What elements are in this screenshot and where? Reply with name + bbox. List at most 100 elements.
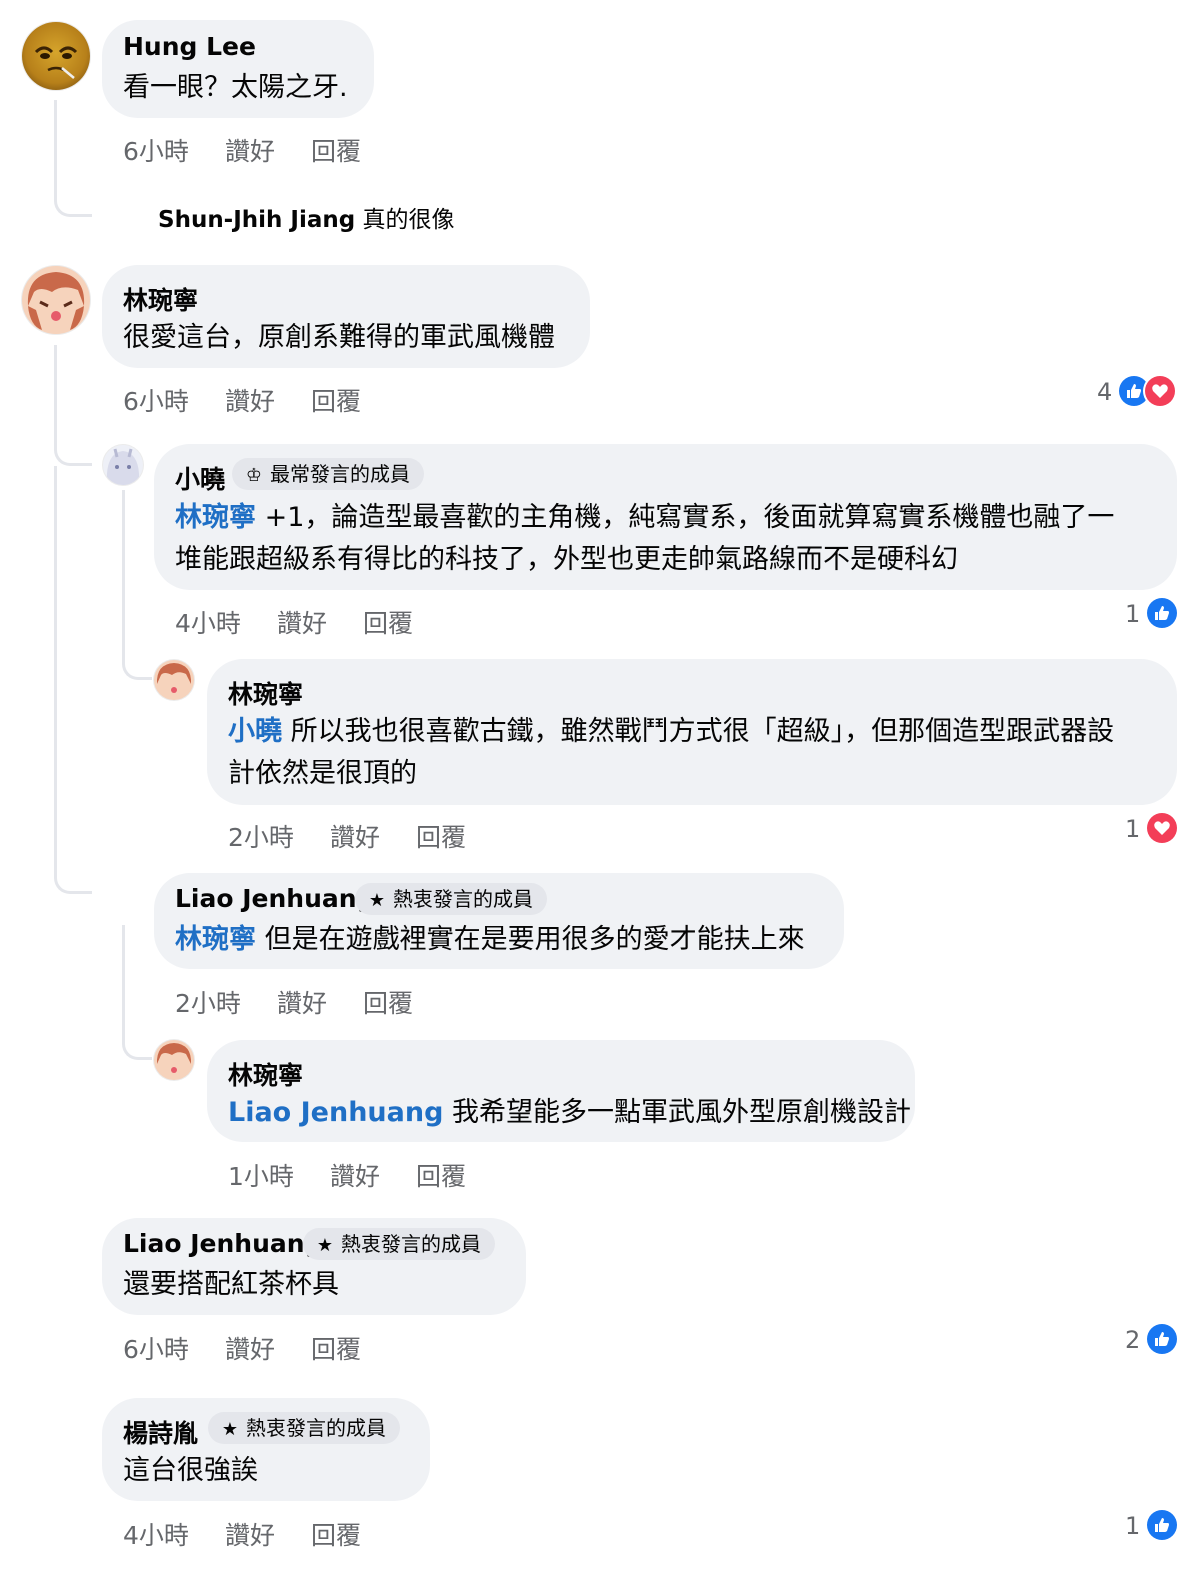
comment-author[interactable]: 小曉 bbox=[175, 460, 225, 496]
comment-author[interactable]: 楊詩胤 bbox=[123, 1414, 198, 1450]
avatar-face-icon bbox=[34, 46, 78, 79]
comment-time[interactable]: 4小時 bbox=[175, 604, 277, 640]
reply-button[interactable]: 回覆 bbox=[416, 818, 466, 854]
like-icon bbox=[1147, 1510, 1177, 1540]
mention-link[interactable]: 小曉 bbox=[228, 716, 282, 747]
star-icon: ★ bbox=[221, 1419, 239, 1440]
avatar[interactable] bbox=[22, 22, 90, 90]
comment-author[interactable]: 林琬寧 bbox=[228, 675, 303, 711]
reaction-summary[interactable]: 2 bbox=[1125, 1323, 1177, 1357]
reaction-summary[interactable]: 1 bbox=[1125, 597, 1177, 631]
reply-preview-author[interactable]: Shun-Jhih Jiang bbox=[158, 207, 355, 233]
badge-label: 熱衷發言的成員 bbox=[393, 887, 533, 911]
like-button[interactable]: 讚好 bbox=[225, 132, 311, 168]
badge-label: 最常發言的成員 bbox=[270, 462, 410, 486]
like-button[interactable]: 讚好 bbox=[277, 604, 363, 640]
avatar[interactable] bbox=[103, 445, 143, 485]
comment-text: 林琬寧 +1，論造型最喜歡的主角機，純寫實系，後面就算寫實系機體也融了一 堆能跟… bbox=[175, 497, 1165, 581]
comment-actions: 1小時 讚好 回覆 bbox=[228, 1157, 466, 1193]
comment-actions: 6小時 讚好 回覆 bbox=[123, 132, 361, 168]
comment-author[interactable]: Liao Jenhuang bbox=[123, 1229, 322, 1258]
comment-text: 林琬寧 但是在遊戲裡實在是要用很多的愛才能扶上來 bbox=[175, 919, 805, 961]
comment-time[interactable]: 1小時 bbox=[228, 1157, 330, 1193]
reply-button[interactable]: 回覆 bbox=[363, 984, 413, 1020]
comment-time[interactable]: 6小時 bbox=[123, 1330, 225, 1366]
star-icon: ★ bbox=[316, 1235, 334, 1256]
top-contributor-icon: ♔ bbox=[245, 465, 263, 486]
thread-line bbox=[54, 345, 92, 466]
comment-text: Liao Jenhuang 我希望能多一點軍武風外型原創機設計 bbox=[228, 1092, 911, 1134]
reply-button[interactable]: 回覆 bbox=[363, 604, 413, 640]
like-icon bbox=[1147, 598, 1177, 628]
reaction-count: 2 bbox=[1125, 1326, 1141, 1354]
like-button[interactable]: 讚好 bbox=[225, 1516, 311, 1552]
comment-author[interactable]: Liao Jenhuang bbox=[175, 884, 374, 913]
thread-line bbox=[122, 490, 152, 680]
comment-time[interactable]: 2小時 bbox=[175, 984, 277, 1020]
comment-author[interactable]: 林琬寧 bbox=[123, 281, 198, 317]
comment-text: 這台很強誒 bbox=[123, 1455, 258, 1486]
comment-text-line: 堆能跟超級系有得比的科技了，外型也更走帥氣路線而不是硬科幻 bbox=[175, 544, 958, 575]
reply-button[interactable]: 回覆 bbox=[416, 1157, 466, 1193]
reaction-count: 1 bbox=[1125, 600, 1141, 628]
comment-author[interactable]: Hung Lee bbox=[123, 32, 256, 61]
like-button[interactable]: 讚好 bbox=[277, 984, 363, 1020]
member-badge: ★ 熱衷發言的成員 bbox=[208, 1412, 400, 1444]
badge-label: 熱衷發言的成員 bbox=[246, 1416, 386, 1440]
reaction-summary[interactable]: 4 bbox=[1097, 375, 1177, 409]
reply-button[interactable]: 回覆 bbox=[311, 1330, 361, 1366]
avatar[interactable] bbox=[22, 266, 90, 334]
comment-text: 看一眼？太陽之牙. bbox=[123, 72, 348, 103]
comment-actions: 2小時 讚好 回覆 bbox=[228, 818, 466, 854]
reply-button[interactable]: 回覆 bbox=[311, 132, 361, 168]
comment-time[interactable]: 4小時 bbox=[123, 1516, 225, 1552]
comment-time[interactable]: 6小時 bbox=[123, 132, 225, 168]
comment-actions: 4小時 讚好 回覆 bbox=[175, 604, 413, 640]
comment-text: 還要搭配紅茶杯具 bbox=[123, 1269, 339, 1300]
comment-text-line: 所以我也很喜歡古鐵，雖然戰鬥方式很「超級」，但那個造型跟武器設 bbox=[282, 716, 1115, 747]
comment-author[interactable]: 林琬寧 bbox=[228, 1056, 303, 1092]
like-button[interactable]: 讚好 bbox=[330, 818, 416, 854]
comment-time[interactable]: 6小時 bbox=[123, 382, 225, 418]
comment-text-line: 但是在遊戲裡實在是要用很多的愛才能扶上來 bbox=[256, 924, 805, 955]
badge-label: 熱衷發言的成員 bbox=[341, 1232, 481, 1256]
mention-link[interactable]: 林琬寧 bbox=[175, 924, 256, 955]
thread-line bbox=[54, 466, 92, 894]
member-badge: ★ 熱衷發言的成員 bbox=[303, 1228, 495, 1260]
reaction-summary[interactable]: 1 bbox=[1125, 1509, 1177, 1543]
like-button[interactable]: 讚好 bbox=[330, 1157, 416, 1193]
thread-line bbox=[122, 925, 152, 1060]
comment-actions: 6小時 讚好 回覆 bbox=[123, 1330, 361, 1366]
reaction-count: 4 bbox=[1097, 378, 1113, 406]
comment-actions: 4小時 讚好 回覆 bbox=[123, 1516, 361, 1552]
love-icon bbox=[1145, 376, 1175, 406]
comment-time[interactable]: 2小時 bbox=[228, 818, 330, 854]
avatar[interactable] bbox=[154, 1040, 194, 1080]
avatar-anime-icon bbox=[27, 272, 85, 330]
comment-text: 很愛這台，原創系難得的軍武風機體 bbox=[123, 322, 555, 353]
comment-text-line: +1，論造型最喜歡的主角機，純寫實系，後面就算寫實系機體也融了一 bbox=[256, 502, 1115, 533]
comment-actions: 2小時 讚好 回覆 bbox=[175, 984, 413, 1020]
comment-text-line: 我希望能多一點軍武風外型原創機設計 bbox=[443, 1097, 912, 1128]
comment-text-line: 計依然是很頂的 bbox=[228, 758, 417, 789]
reply-preview-text: 真的很像 bbox=[362, 207, 455, 233]
like-icon bbox=[1147, 1324, 1177, 1354]
reaction-summary[interactable]: 1 bbox=[1125, 812, 1177, 846]
thread-line bbox=[54, 100, 92, 217]
avatar-anime-icon bbox=[156, 1043, 192, 1073]
mention-link[interactable]: Liao Jenhuang bbox=[228, 1097, 443, 1128]
reply-button[interactable]: 回覆 bbox=[311, 1516, 361, 1552]
love-icon bbox=[1147, 813, 1177, 843]
member-badge: ♔ 最常發言的成員 bbox=[232, 458, 424, 490]
avatar-anime-icon bbox=[106, 448, 140, 485]
reply-button[interactable]: 回覆 bbox=[311, 382, 361, 418]
mention-link[interactable]: 林琬寧 bbox=[175, 502, 256, 533]
reply-preview[interactable]: Shun-Jhih Jiang 真的很像 bbox=[158, 200, 455, 234]
like-button[interactable]: 讚好 bbox=[225, 1330, 311, 1366]
reaction-count: 1 bbox=[1125, 815, 1141, 843]
avatar[interactable] bbox=[154, 660, 194, 700]
reaction-count: 1 bbox=[1125, 1512, 1141, 1540]
comment-actions: 6小時 讚好 回覆 bbox=[123, 382, 361, 418]
like-button[interactable]: 讚好 bbox=[225, 382, 311, 418]
star-icon: ★ bbox=[368, 890, 386, 911]
